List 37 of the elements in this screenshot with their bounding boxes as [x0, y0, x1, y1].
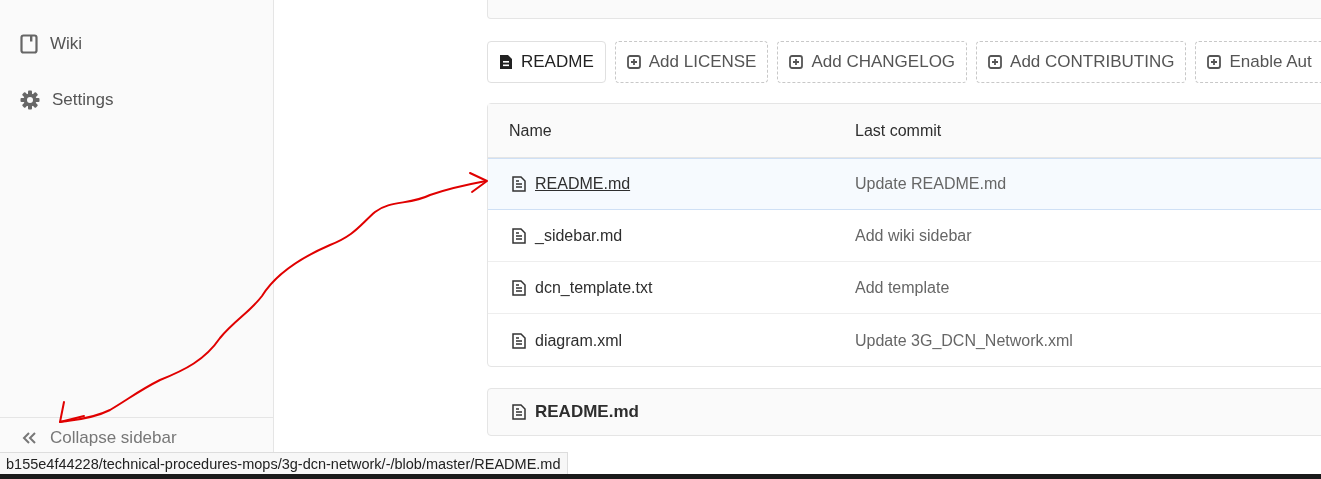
file-icon [512, 228, 526, 244]
action-button[interactable]: Enable Aut [1195, 41, 1321, 83]
file-icon [512, 176, 526, 192]
readme-title: README.md [535, 402, 639, 422]
action-button[interactable]: Add LICENSE [614, 41, 769, 83]
file-icon [512, 404, 526, 420]
link-url: b155e4f44228/technical-procedures-mops/3g-dcn-network/-/blob/master/README.md [6, 456, 561, 472]
settings-icon [20, 90, 40, 110]
action-button[interactable]: Add CONTRIBUTING [976, 41, 1187, 83]
action-button[interactable]: README [487, 41, 606, 83]
plus-square-icon [789, 55, 804, 69]
action-button[interactable]: Add CHANGELOG [777, 41, 968, 83]
file-row[interactable]: _sidebar.md Add wiki sidebar [488, 210, 1321, 262]
commit-link[interactable]: Update README.md [855, 175, 1007, 193]
sidebar-item[interactable]: Wiki [0, 16, 273, 72]
file-link[interactable]: _sidebar.md [535, 227, 623, 245]
double-chevron-icon [22, 432, 36, 444]
plus-square-icon [1207, 55, 1222, 69]
commit-link[interactable]: Add wiki sidebar [855, 227, 972, 245]
column-header: Name [508, 121, 553, 140]
column-header: Last commit [855, 121, 942, 140]
file-link[interactable]: diagram.xml [535, 331, 623, 350]
commit-link[interactable]: Add template [855, 279, 950, 297]
file-link[interactable]: dcn_template.txt [535, 279, 653, 297]
plus-square-icon [988, 55, 1003, 69]
file-row[interactable]: README.md Update README.md [488, 158, 1321, 210]
file-row[interactable]: dcn_template.txt Add template [488, 262, 1321, 314]
sidebar-item[interactable]: Settings [0, 72, 273, 128]
file-row[interactable]: diagram.xml Update 3G_DCN_Network.xml [488, 314, 1321, 366]
document-icon [499, 54, 513, 70]
plus-square-icon [626, 55, 641, 69]
book-icon [20, 34, 38, 54]
collapse-sidebar-button[interactable]: Collapse sidebar [0, 428, 177, 448]
file-icon [512, 332, 526, 349]
file-icon [512, 280, 526, 296]
file-link[interactable]: README.md [535, 175, 631, 193]
commit-link[interactable]: Update 3G_DCN_Network.xml [855, 331, 1073, 350]
